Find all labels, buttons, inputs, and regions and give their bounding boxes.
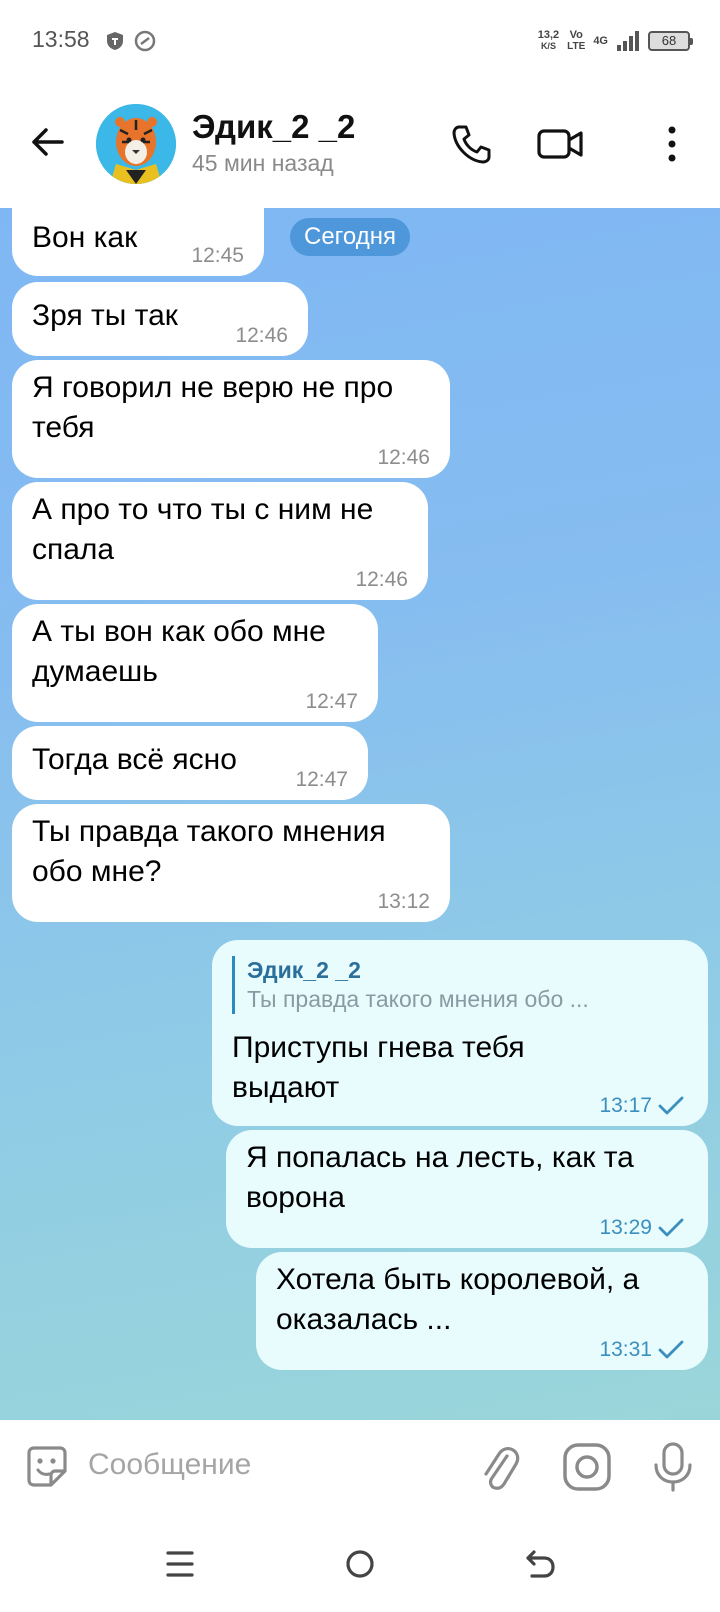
message-time: 12:46	[235, 324, 288, 347]
message-incoming[interactable]: А ты вон как обо мне думаешь 12:47	[12, 604, 378, 722]
camera-icon	[563, 1443, 611, 1491]
home-icon[interactable]	[340, 1544, 380, 1584]
reply-quote[interactable]: Эдик_2 _2 Ты правда такого мнения обо ..…	[232, 956, 688, 1014]
sent-check-icon	[658, 1218, 684, 1237]
net-speed-value: 13,2	[537, 29, 560, 41]
message-incoming[interactable]: Ты правда такого мнения обо мне? 13:12	[12, 804, 450, 922]
message-time: 12:46	[355, 568, 408, 591]
app-notification-icon	[134, 30, 156, 52]
volte-bottom: LTE	[567, 41, 586, 52]
more-options-button[interactable]	[646, 118, 698, 170]
reply-author: Эдик_2 _2	[247, 957, 361, 983]
net-speed-unit: K/S	[540, 41, 556, 51]
message-text: А про то что ты с ним не спала	[32, 493, 374, 566]
message-input[interactable]: Сообщение	[88, 1448, 251, 1482]
message-text: Я говорил не верю не про тебя	[32, 371, 394, 444]
message-incoming[interactable]: Вон как 12:45	[12, 208, 264, 276]
message-time: 12:47	[295, 768, 348, 791]
voice-message-button[interactable]	[646, 1440, 700, 1494]
net-speed: 13,2 K/S	[538, 30, 559, 52]
tiger-avatar-icon	[96, 104, 176, 184]
chat-area[interactable]: Вон как 12:45 Сегодня Зря ты так 12:46 Я…	[0, 208, 720, 1420]
volte-indicator: Vo LTE	[567, 29, 586, 53]
back-nav-icon[interactable]	[520, 1544, 560, 1584]
chat-header: Эдик_2 _2 45 мин назад	[0, 82, 720, 208]
message-text: А ты вон как обо мне думаешь	[32, 615, 326, 688]
date-separator: Сегодня	[290, 218, 410, 256]
message-incoming[interactable]: Я говорил не верю не про тебя 12:46	[12, 360, 450, 478]
network-type: 4G	[593, 34, 608, 47]
message-input-bar: Сообщение	[0, 1420, 720, 1514]
sticker-button[interactable]	[20, 1440, 74, 1494]
message-incoming[interactable]: Зря ты так 12:46	[12, 282, 308, 356]
message-time: 13:17	[599, 1094, 652, 1117]
video-call-button[interactable]	[534, 118, 586, 170]
reply-text: Ты правда такого мнения обо ...	[247, 986, 589, 1012]
message-outgoing[interactable]: Эдик_2 _2 Ты правда такого мнения обо ..…	[212, 940, 708, 1126]
signal-icon	[617, 31, 639, 51]
video-camera-icon	[537, 129, 583, 159]
message-incoming[interactable]: А про то что ты с ним не спала 12:46	[12, 482, 428, 600]
contact-avatar[interactable]	[96, 104, 176, 184]
recent-apps-icon[interactable]	[160, 1544, 200, 1584]
status-bar: 13:58 13,2 K/S Vo LTE 4G 68	[0, 0, 720, 82]
system-nav-bar	[0, 1514, 720, 1612]
sent-check-icon	[658, 1340, 684, 1359]
message-text: Ты правда такого мнения обо мне?	[32, 815, 386, 888]
phone-icon	[452, 125, 491, 164]
status-time: 13:58	[32, 26, 90, 52]
shield-icon	[107, 32, 123, 50]
sticker-icon	[27, 1446, 67, 1487]
call-button[interactable]	[446, 118, 498, 170]
message-outgoing[interactable]: Я попалась на лесть, как та ворона 13:29	[226, 1130, 708, 1248]
paperclip-icon	[484, 1447, 520, 1490]
camera-button[interactable]	[560, 1440, 614, 1494]
message-time: 12:45	[191, 244, 244, 267]
back-arrow-icon[interactable]	[28, 122, 68, 162]
more-vertical-icon	[668, 126, 676, 162]
message-time: 13:31	[599, 1338, 652, 1361]
message-time: 12:46	[377, 446, 430, 469]
message-text: Приступы гнева тебя выдают	[232, 1031, 525, 1104]
message-time: 13:12	[377, 890, 430, 913]
message-text: Хотела быть королевой, а оказалась ...	[276, 1263, 640, 1336]
microphone-icon	[654, 1442, 692, 1492]
message-incoming[interactable]: Тогда всё ясно 12:47	[12, 726, 368, 800]
message-time: 12:47	[305, 690, 358, 713]
contact-name[interactable]: Эдик_2 _2	[192, 108, 355, 146]
sent-check-icon	[658, 1096, 684, 1115]
attach-button[interactable]	[472, 1440, 526, 1494]
message-time: 13:29	[599, 1216, 652, 1239]
status-indicators: 13,2 K/S Vo LTE 4G 68	[538, 24, 693, 58]
last-seen-status: 45 мин назад	[192, 150, 334, 176]
message-outgoing[interactable]: Хотела быть королевой, а оказалась ... 1…	[256, 1252, 708, 1370]
battery-icon: 68	[648, 31, 693, 51]
volte-top: Vo	[569, 29, 583, 41]
message-text: Я попалась на лесть, как та ворона	[246, 1141, 634, 1214]
